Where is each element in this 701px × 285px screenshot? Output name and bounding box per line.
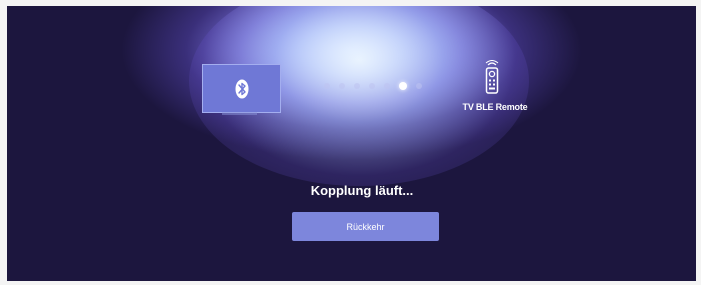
remote-control-icon xyxy=(485,60,499,94)
progress-dot xyxy=(354,83,360,89)
remote-device-name: TV BLE Remote xyxy=(462,102,528,112)
pairing-progress-dots xyxy=(324,82,422,90)
progress-dot-active xyxy=(399,82,407,90)
bluetooth-icon xyxy=(235,79,248,98)
back-button[interactable]: Rückkehr xyxy=(292,212,439,241)
pairing-status-text: Kopplung läuft... xyxy=(310,183,414,198)
progress-dot xyxy=(339,83,345,89)
monitor-frame: TV BLE Remote Kopplung läuft... Rückkehr xyxy=(0,0,701,285)
progress-dot xyxy=(416,83,422,89)
tv-screen: TV BLE Remote Kopplung läuft... Rückkehr xyxy=(7,6,696,281)
tile-reflection xyxy=(222,112,257,115)
progress-dot xyxy=(369,83,375,89)
progress-dot xyxy=(324,83,330,89)
bluetooth-tile xyxy=(202,64,281,113)
progress-dot xyxy=(384,83,390,89)
